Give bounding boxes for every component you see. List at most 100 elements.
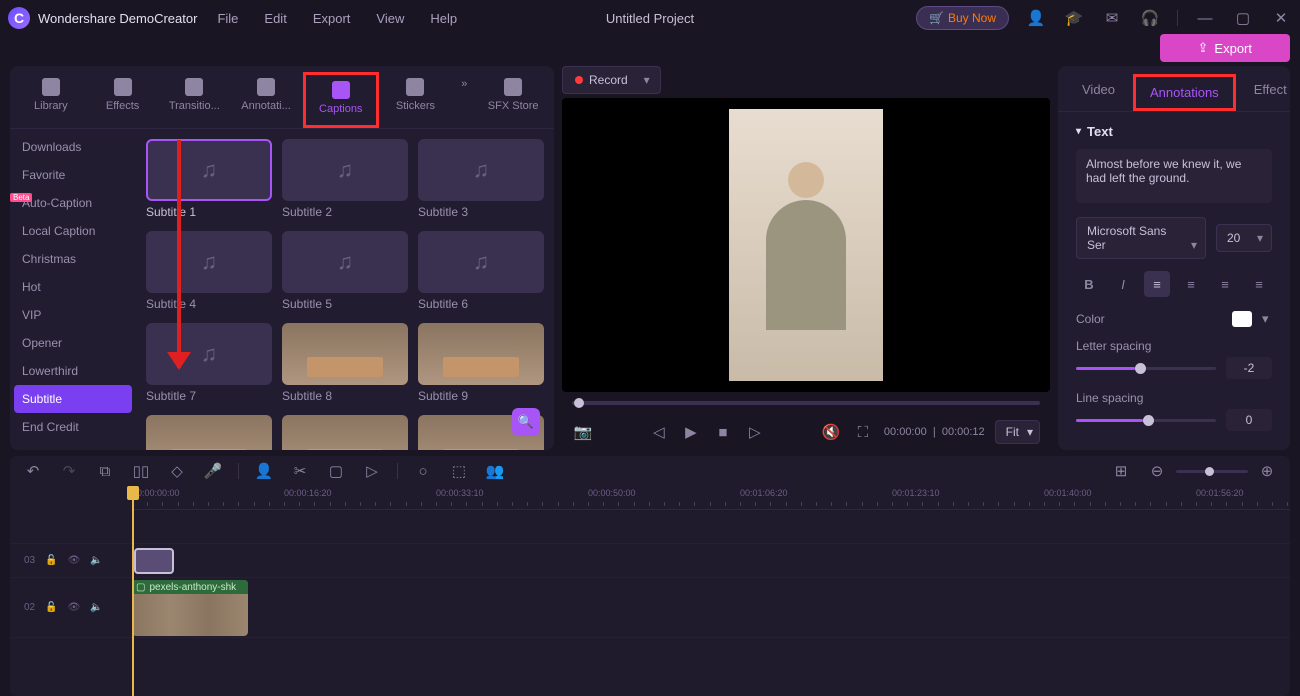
record-button[interactable]: Record <box>562 66 661 94</box>
category-item[interactable]: Local Caption <box>10 217 136 245</box>
subtitle-thumbnail[interactable]: ♫Subtitle 3 <box>418 139 544 219</box>
lib-tab-captions[interactable]: Captions <box>303 72 379 128</box>
tool-1-icon[interactable]: 👤 <box>253 460 275 482</box>
align-left-button[interactable]: ≡ <box>1144 271 1170 297</box>
lock-icon[interactable]: 🔓 <box>45 555 57 566</box>
lib-tab-more[interactable]: » <box>452 72 476 100</box>
category-item[interactable]: Favorite <box>10 161 136 189</box>
maximize-icon[interactable]: ▢ <box>1232 7 1254 29</box>
marker-icon[interactable]: ◇ <box>166 460 188 482</box>
subtitle-thumbnail[interactable]: ♫Subtitle 5 <box>282 231 408 311</box>
category-item[interactable]: Opener <box>10 329 136 357</box>
color-swatch[interactable] <box>1232 311 1252 327</box>
rp-tab-annotations[interactable]: Annotations <box>1133 74 1236 111</box>
eye-icon[interactable]: 👁 <box>68 602 81 613</box>
line-spacing-value[interactable]: 0 <box>1226 409 1272 431</box>
lib-tab-effects[interactable]: Effects <box>88 72 158 122</box>
lib-tab-library[interactable]: Library <box>16 72 86 122</box>
lib-tab-transitions[interactable]: Transitio... <box>159 72 229 122</box>
tool-7-icon[interactable]: 👥 <box>484 460 506 482</box>
mute-icon[interactable]: 🔈 <box>90 555 102 566</box>
stop-icon[interactable]: ■ <box>712 421 734 443</box>
subtitle-thumbnail[interactable]: ♫Subtitle 2 <box>282 139 408 219</box>
subtitle-thumbnail[interactable]: Subtitle 8 <box>282 323 408 403</box>
category-item[interactable]: Lowerthird <box>10 357 136 385</box>
tool-5-icon[interactable]: ○ <box>412 460 434 482</box>
buy-now-button[interactable]: 🛒 Buy Now <box>916 6 1009 30</box>
eye-icon[interactable]: 👁 <box>68 555 81 566</box>
category-item[interactable]: VIP <box>10 301 136 329</box>
subtitle-thumbnail[interactable]: ♫Subtitle 6 <box>418 231 544 311</box>
track-03[interactable]: 03 🔓 👁 🔈 <box>10 544 1290 578</box>
mail-icon[interactable]: ✉ <box>1101 7 1123 29</box>
account-icon[interactable]: 👤 <box>1025 7 1047 29</box>
video-clip[interactable]: ▢ pexels-anthony-shk <box>132 580 248 636</box>
lib-tab-sfx[interactable]: SFX Store <box>478 72 548 122</box>
support-icon[interactable]: 🎧 <box>1139 7 1161 29</box>
crop-icon[interactable]: ▯▯ <box>130 460 152 482</box>
subtitle-thumbnail[interactable]: ♫Subtitle 1 <box>146 139 272 219</box>
subtitle-clip[interactable] <box>134 548 174 574</box>
lib-tab-annotations[interactable]: Annotati... <box>231 72 301 122</box>
play-icon[interactable]: ▶ <box>680 421 702 443</box>
subtitle-thumbnail[interactable]: ♫Subtitle 4 <box>146 231 272 311</box>
font-family-dropdown[interactable]: Microsoft Sans Ser <box>1076 217 1206 259</box>
menu-view[interactable]: View <box>376 11 404 26</box>
zoom-in-icon[interactable]: ⊕ <box>1256 460 1278 482</box>
subtitle-thumbnail[interactable]: ♫Subtitle 7 <box>146 323 272 403</box>
undo-icon[interactable]: ↶ <box>22 460 44 482</box>
text-section-title[interactable]: Text <box>1076 124 1272 139</box>
line-spacing-slider[interactable] <box>1076 419 1216 422</box>
menu-help[interactable]: Help <box>430 11 457 26</box>
mute-icon[interactable]: 🔈 <box>90 602 102 613</box>
subtitle-thumbnail[interactable] <box>282 415 408 450</box>
lib-tab-stickers[interactable]: Stickers <box>381 72 451 122</box>
category-list[interactable]: DownloadsFavoriteBetaAuto-CaptionLocal C… <box>10 129 136 450</box>
track-02[interactable]: 02 🔓 👁 🔈 ▢ pexels-anthony-shk <box>10 578 1290 638</box>
redo-icon[interactable]: ↷ <box>58 460 80 482</box>
fullscreen-icon[interactable]: ⛶ <box>852 421 874 443</box>
split-icon[interactable]: ⧉ <box>94 460 116 482</box>
zoom-slider[interactable] <box>1176 470 1248 473</box>
color-dropdown[interactable]: ▾ <box>1262 311 1272 327</box>
zoom-out-icon[interactable]: ⊖ <box>1146 460 1168 482</box>
category-item[interactable]: Subtitle <box>14 385 132 413</box>
menu-export[interactable]: Export <box>313 11 351 26</box>
align-center-button[interactable]: ≡ <box>1178 271 1204 297</box>
tool-6-icon[interactable]: ⬚ <box>448 460 470 482</box>
thumbnail-grid[interactable]: ♫Subtitle 1♫Subtitle 2♫Subtitle 3♫Subtit… <box>136 129 554 450</box>
tool-4-icon[interactable]: ▷ <box>361 460 383 482</box>
subtitle-thumbnail[interactable] <box>146 415 272 450</box>
letter-spacing-value[interactable]: -2 <box>1226 357 1272 379</box>
category-item[interactable]: Christmas <box>10 245 136 273</box>
category-item[interactable]: Hot <box>10 273 136 301</box>
preview-scrubber[interactable] <box>562 396 1050 410</box>
voiceover-icon[interactable]: 🎤 <box>202 460 224 482</box>
menu-edit[interactable]: Edit <box>264 11 286 26</box>
menu-file[interactable]: File <box>217 11 238 26</box>
timeline[interactable]: 00:00:00:0000:00:16:2000:00:33:1000:00:5… <box>10 486 1290 696</box>
font-size-dropdown[interactable]: 20 <box>1216 224 1272 252</box>
text-content-input[interactable]: Almost before we knew it, we had left th… <box>1076 149 1272 203</box>
zoom-fit-dropdown[interactable]: Fit <box>995 420 1040 444</box>
tool-3-icon[interactable]: ▢ <box>325 460 347 482</box>
align-right-button[interactable]: ≡ <box>1212 271 1238 297</box>
prev-icon[interactable]: ◁ <box>648 421 670 443</box>
tool-2-icon[interactable]: ✂ <box>289 460 311 482</box>
next-icon[interactable]: ▷ <box>744 421 766 443</box>
fit-timeline-icon[interactable]: ⊞ <box>1110 460 1132 482</box>
playhead[interactable] <box>132 486 134 696</box>
bold-button[interactable]: B <box>1076 271 1102 297</box>
align-justify-button[interactable]: ≡ <box>1246 271 1272 297</box>
track-03-body[interactable] <box>132 544 1290 577</box>
close-icon[interactable]: ✕ <box>1270 7 1292 29</box>
snapshot-icon[interactable]: 📷 <box>572 421 594 443</box>
minimize-icon[interactable]: — <box>1194 7 1216 29</box>
time-ruler[interactable]: 00:00:00:0000:00:16:2000:00:33:1000:00:5… <box>132 486 1290 510</box>
category-item[interactable]: Downloads <box>10 133 136 161</box>
italic-button[interactable]: I <box>1110 271 1136 297</box>
video-preview[interactable] <box>562 98 1050 392</box>
search-button[interactable]: 🔍 <box>512 408 540 436</box>
category-item[interactable]: BetaAuto-Caption <box>10 189 136 217</box>
academy-icon[interactable]: 🎓 <box>1063 7 1085 29</box>
